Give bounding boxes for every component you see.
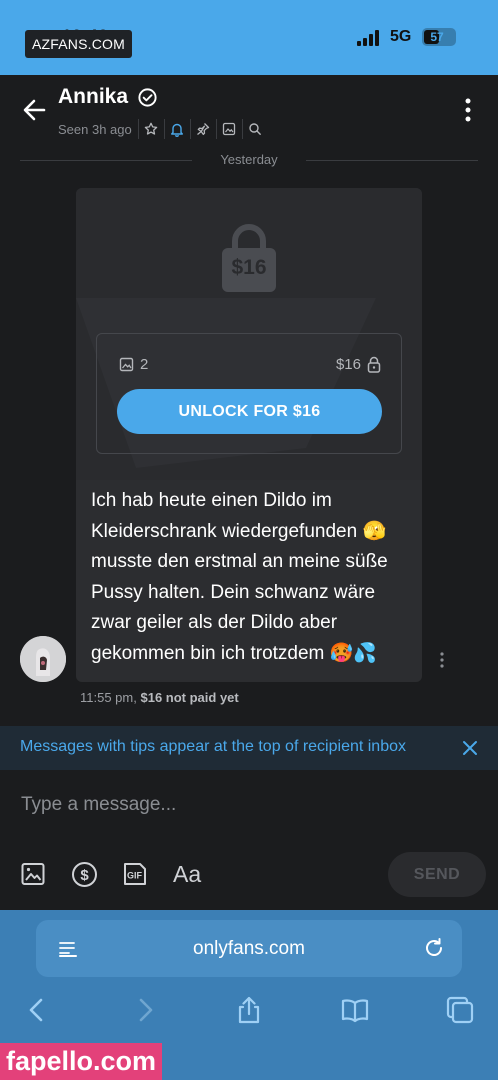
signal-icon [357, 30, 383, 46]
unlock-button[interactable]: UNLOCK FOR $16 [117, 389, 382, 434]
chat-header: Annika Seen 3h ago [0, 75, 498, 145]
search-icon[interactable] [241, 119, 268, 139]
avatar-photo [20, 636, 66, 682]
address-bar[interactable]: onlyfans.com [36, 920, 462, 977]
lock-icon [367, 356, 381, 373]
day-divider: Yesterday [20, 150, 478, 170]
battery-level: 57 [430, 30, 444, 44]
price-tag: $16 [336, 356, 381, 373]
payment-status: $16 not paid yet [140, 690, 239, 705]
back-arrow-icon[interactable] [20, 95, 50, 125]
battery-icon: 57 [422, 28, 456, 46]
price-value: $16 [335, 356, 361, 373]
header-subline: Seen 3h ago [58, 119, 268, 139]
message-meta: 11:55 pm, $16 not paid yet [80, 690, 239, 705]
url-text: onlyfans.com [193, 938, 305, 959]
message-composer: Type a message... $ GIF Aa SEND [0, 770, 498, 910]
avatar[interactable] [20, 636, 66, 682]
media-count-value: 2 [140, 356, 149, 373]
network-label: 5G [390, 28, 412, 45]
tabs-icon[interactable] [445, 995, 475, 1025]
divider-line-right [306, 160, 478, 161]
dollar-icon: $ [72, 861, 97, 887]
message-input[interactable]: Type a message... [21, 794, 176, 816]
image-icon [21, 863, 45, 885]
font-icon: Aa [173, 860, 202, 887]
send-button[interactable]: SEND [388, 852, 486, 897]
media-count: 2 [119, 356, 148, 373]
star-icon[interactable] [137, 119, 164, 139]
bell-icon[interactable] [163, 119, 190, 139]
last-seen: Seen 3h ago [58, 121, 132, 137]
pin-icon[interactable] [189, 119, 216, 139]
contact-name[interactable]: Annika [58, 85, 128, 109]
share-icon[interactable] [234, 995, 264, 1025]
image-icon[interactable] [215, 119, 242, 139]
watermark-top: AZFANS.COM [25, 30, 133, 58]
tip-banner: Messages with tips appear at the top of … [0, 726, 498, 770]
message-more-icon[interactable] [438, 651, 446, 669]
locked-media: $16 2 $16 UNLOCK FOR $16 [76, 188, 422, 480]
tip-button[interactable]: $ [71, 858, 122, 890]
gif-button[interactable]: GIF [122, 858, 173, 890]
watermark-bottom: fapello.com [0, 1043, 163, 1080]
verified-icon [138, 88, 157, 107]
bookmarks-icon[interactable] [340, 995, 370, 1025]
gif-label: GIF [127, 871, 143, 881]
close-icon[interactable] [461, 739, 479, 757]
browser-back-icon[interactable] [22, 995, 52, 1025]
locked-price-label: $16 [231, 256, 267, 279]
message-bubble: $16 2 $16 UNLOCK FOR $16 Ich hab heute e… [76, 188, 422, 682]
image-icon [119, 357, 134, 372]
unlock-card: 2 $16 UNLOCK FOR $16 [96, 333, 402, 454]
message-time: 11:55 pm, [80, 690, 137, 705]
gif-icon: GIF [124, 863, 146, 885]
more-options-icon[interactable] [460, 97, 476, 123]
message-text: Ich hab heute einen Dildo im Kleiderschr… [91, 490, 388, 664]
composer-toolbar: $ GIF Aa [20, 858, 224, 890]
browser-forward-icon[interactable] [130, 995, 160, 1025]
text-format-button[interactable]: Aa [173, 858, 224, 890]
status-bar: 10:46 AZFANS.COM 5G 57 [0, 0, 498, 75]
svg-text:$: $ [80, 867, 89, 884]
attach-image-button[interactable] [20, 858, 71, 890]
tip-banner-text: Messages with tips appear at the top of … [20, 738, 406, 755]
reload-icon[interactable] [423, 937, 445, 959]
